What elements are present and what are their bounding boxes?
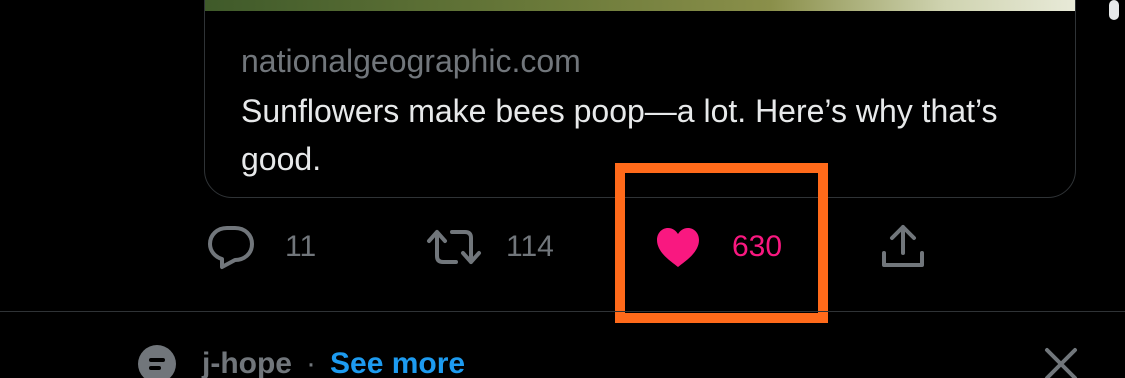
link-preview-image[interactable] [205, 0, 1075, 11]
like-highlight-box [615, 163, 828, 323]
retweet-button[interactable]: 114 [426, 222, 554, 272]
retweet-count: 114 [506, 230, 554, 263]
section-divider [0, 311, 1125, 312]
reply-button[interactable]: 11 [207, 222, 316, 272]
separator-dot: · [306, 347, 316, 378]
link-domain: nationalgeographic.com [241, 43, 581, 79]
reply-count: 11 [285, 230, 317, 263]
tweet-action-bar: 11 114 630 [0, 222, 1125, 272]
tweet-view: nationalgeographic.com Sunflowers make b… [0, 0, 1125, 378]
scrollbar-thumb[interactable] [1109, 0, 1119, 20]
share-icon [882, 225, 924, 267]
share-button[interactable] [880, 222, 926, 272]
list-owner-name[interactable]: j-hope [202, 347, 292, 378]
close-icon[interactable] [1043, 346, 1079, 378]
list-icon [138, 345, 176, 378]
reply-icon [208, 226, 254, 269]
see-more-link[interactable]: See more [330, 347, 465, 378]
retweet-icon [427, 230, 481, 264]
list-suggestion-row: j-hope · See more [138, 342, 465, 378]
link-preview-body: nationalgeographic.com Sunflowers make b… [241, 41, 1039, 183]
